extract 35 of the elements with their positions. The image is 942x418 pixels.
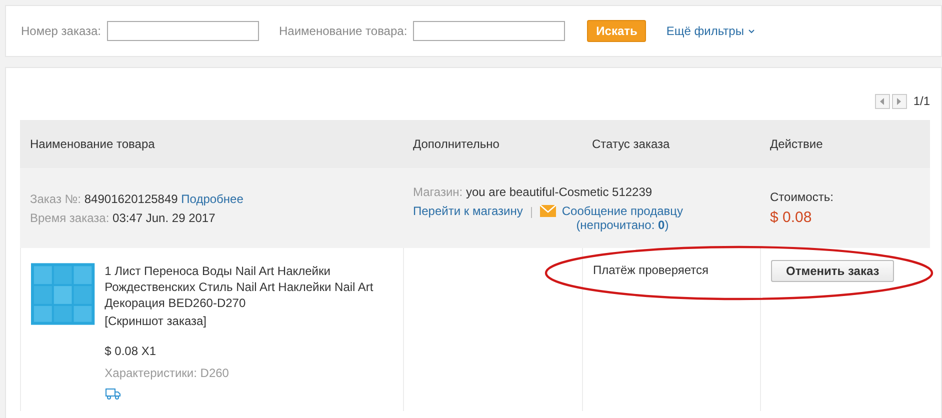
details-link[interactable]: Подробнее <box>181 192 244 206</box>
order-time: 03:47 Jun. 29 2017 <box>112 210 216 224</box>
order-time-label: Время заказа: <box>30 210 110 224</box>
unit-price: $ 0.08 X1 <box>104 343 158 359</box>
chevron-down-icon <box>748 28 755 34</box>
previous-page-button[interactable] <box>875 94 890 108</box>
right-triangle-icon <box>897 98 902 104</box>
left-triangle-icon <box>880 98 886 104</box>
more-filters-link[interactable]: Ещё фильтры <box>666 24 755 38</box>
order-number-label: Номер заказа: <box>21 24 102 38</box>
order-status: Платёж проверяется <box>593 263 708 277</box>
shop-label: Магазин: <box>413 184 463 198</box>
cancel-order-button[interactable]: Отменить заказ <box>771 260 894 282</box>
order-number-field[interactable] <box>107 21 260 41</box>
cost-value: $ 0.08 <box>770 209 813 226</box>
shop-name: you are beautiful-Cosmetic 512239 <box>466 184 652 198</box>
cost-label: Стоимость: <box>770 190 834 204</box>
next-page-button[interactable] <box>892 94 908 108</box>
column-header: Действие <box>760 120 930 168</box>
product-name-field[interactable] <box>413 21 566 41</box>
order-number-label: Заказ №: <box>30 192 82 206</box>
product-title[interactable]: 1 Лист Переноса Воды Nail Art Наклейки Рождественских Стиль Nail Art Наклейки Nail Art Декорация BED260-D270 <box>104 263 393 311</box>
order-number: 84901620125849 <box>84 192 178 206</box>
order-screenshot-link[interactable]: [Скриншот заказа] <box>104 313 393 329</box>
message-seller-link[interactable]: Сообщение продавцу <box>562 204 684 218</box>
column-header: Статус заказа <box>582 120 760 168</box>
page-indicator: 1/1 <box>913 94 930 108</box>
unread-count: (непрочитано: 0) <box>576 218 669 232</box>
shop-link[interactable]: Перейти к магазину <box>413 204 523 218</box>
column-header: Наименование товара <box>20 120 403 168</box>
truck-icon <box>104 387 121 400</box>
product-specs: Характеристики: D260 <box>104 365 230 381</box>
column-header: Дополнительно <box>403 120 582 168</box>
product-name-label: Наименование товара: <box>279 24 408 38</box>
envelope-icon <box>540 204 556 216</box>
